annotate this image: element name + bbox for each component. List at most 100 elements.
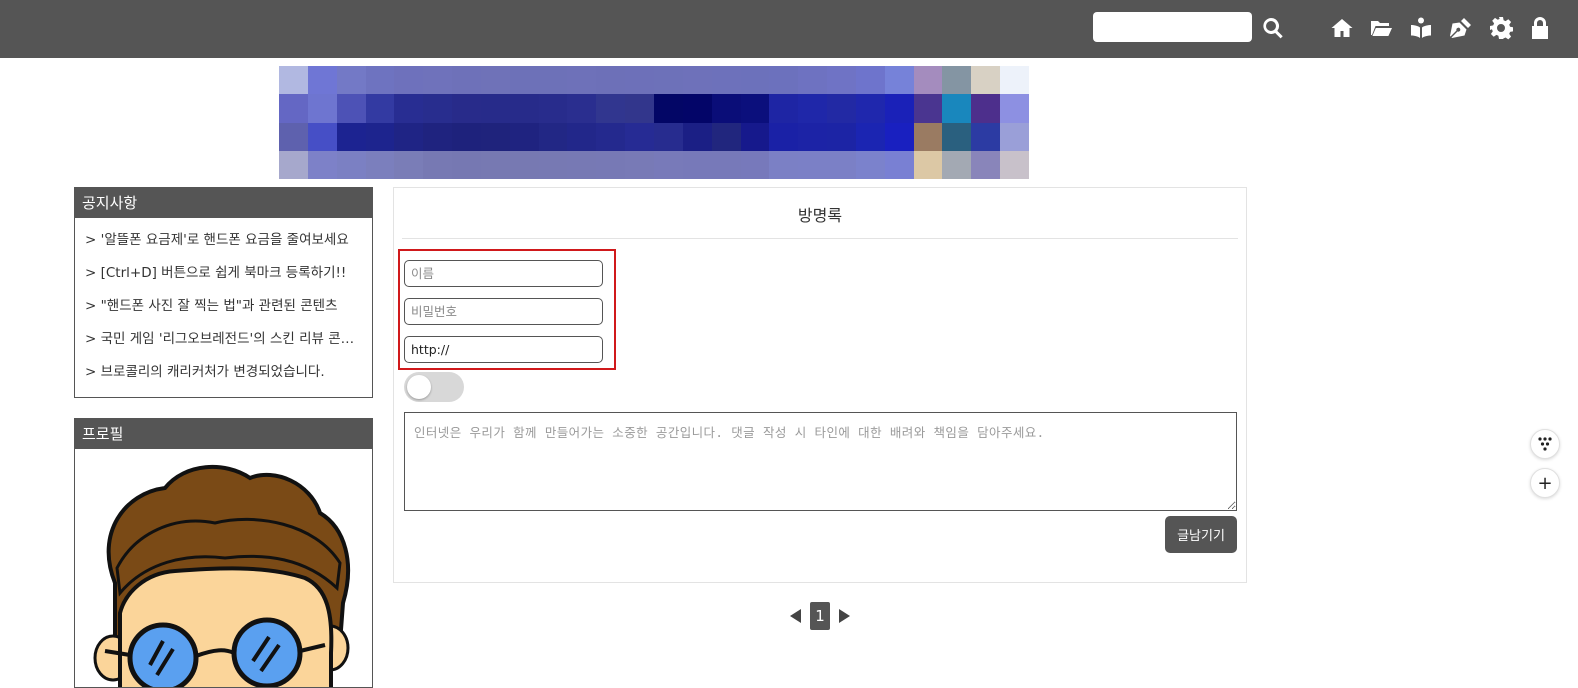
- guestbook-title: 방명록: [402, 188, 1238, 239]
- banner-pixel: [423, 66, 453, 95]
- banner-pixel: [769, 150, 799, 179]
- banner-pixel: [365, 94, 395, 123]
- banner-pixel: [567, 94, 597, 123]
- notice-title: 공지사항: [75, 188, 372, 218]
- banner-pixel: [625, 94, 654, 123]
- submit-button[interactable]: 글남기기: [1165, 516, 1237, 553]
- banner-pixel: [653, 66, 683, 95]
- banner-pixel: [1000, 150, 1029, 179]
- banner-pixel: [1000, 66, 1029, 95]
- banner-pixel: [452, 66, 481, 95]
- banner-pixel: [625, 122, 654, 151]
- banner-pixel: [596, 122, 626, 151]
- gear-icon[interactable]: [1487, 14, 1515, 42]
- search-input[interactable]: [1093, 12, 1252, 42]
- banner-pixel: [884, 122, 914, 151]
- banner-pixel: [538, 122, 568, 151]
- banner-pixel: [653, 150, 683, 179]
- banner-pixel: [913, 150, 943, 179]
- banner-pixel: [827, 150, 856, 179]
- banner-pixel: [855, 150, 885, 179]
- password-input[interactable]: [404, 298, 603, 325]
- banner-pixel: [855, 66, 885, 95]
- book-reader-icon[interactable]: [1407, 14, 1435, 42]
- secret-toggle[interactable]: [404, 372, 464, 402]
- notice-item[interactable]: > 국민 게임 '리그오브레전드'의 스킨 리뷰 콘텐츠: [85, 325, 360, 358]
- banner-pixel: [423, 150, 453, 179]
- banner-pixel: [625, 150, 654, 179]
- banner-pixel: [394, 150, 424, 179]
- caret-left-icon[interactable]: [789, 607, 802, 625]
- caret-right-icon[interactable]: [838, 607, 851, 625]
- pagination: 1: [789, 602, 851, 630]
- profile-caricature-image: [93, 464, 351, 687]
- banner-pixel: [307, 150, 337, 179]
- banner-pixel: [480, 150, 510, 179]
- notice-item[interactable]: > 브로콜리의 캐리커처가 변경되었습니다.: [85, 358, 360, 391]
- banner-pixel: [365, 122, 395, 151]
- banner-pixel: [480, 122, 510, 151]
- banner-pixel: [538, 94, 568, 123]
- banner-pixel: [452, 94, 481, 123]
- search-icon[interactable]: [1259, 14, 1287, 42]
- banner-pixel: [307, 122, 337, 151]
- banner-pixel: [884, 66, 914, 95]
- banner-pixel: [798, 122, 828, 151]
- folder-open-icon[interactable]: [1367, 14, 1395, 42]
- banner-pixel: [682, 94, 712, 123]
- banner-pixel: [509, 122, 539, 151]
- notice-item[interactable]: > '알뜰폰 요금제'로 핸드폰 요금을 줄여보세요: [85, 226, 360, 259]
- banner-pixel: [827, 66, 856, 95]
- toggle-knob: [407, 375, 431, 399]
- notice-item[interactable]: > [Ctrl+D] 버튼으로 쉽게 북마크 등록하기!!: [85, 259, 360, 292]
- banner-pixel: [913, 122, 943, 151]
- banner-pixel: [336, 94, 366, 123]
- banner-pixel: [596, 150, 626, 179]
- banner-pixel: [336, 66, 366, 95]
- banner-pixel: [423, 94, 453, 123]
- banner-pixel: [942, 66, 972, 95]
- banner-pixel: [452, 122, 481, 151]
- dots-grid-icon: [1538, 437, 1552, 451]
- lock-icon[interactable]: [1526, 14, 1554, 42]
- banner-pixel: [798, 66, 828, 95]
- comment-textarea[interactable]: [404, 412, 1237, 511]
- notice-box: 공지사항 > '알뜰폰 요금제'로 핸드폰 요금을 줄여보세요 > [Ctrl+…: [74, 187, 373, 398]
- banner-pixel: [740, 122, 770, 151]
- banner-pixel: [394, 94, 424, 123]
- banner-pixel: [509, 66, 539, 95]
- banner-pixel: [596, 94, 626, 123]
- banner-pixel: [279, 94, 308, 123]
- banner-pixel: [942, 122, 972, 151]
- floating-plus-button[interactable]: +: [1530, 468, 1560, 498]
- blog-banner-image[interactable]: [279, 66, 1029, 179]
- banner-pixel: [827, 94, 856, 123]
- homepage-input[interactable]: [404, 336, 603, 363]
- floating-menu-button[interactable]: [1530, 429, 1560, 459]
- banner-pixel: [769, 122, 799, 151]
- banner-pixel: [682, 66, 712, 95]
- notice-item[interactable]: > "핸드폰 사진 잘 찍는 법"과 관련된 콘텐츠: [85, 292, 360, 325]
- banner-pixel: [711, 66, 741, 95]
- home-icon[interactable]: [1328, 14, 1356, 42]
- banner-pixel: [1000, 94, 1029, 123]
- banner-pixel: [365, 66, 395, 95]
- banner-pixel: [567, 66, 597, 95]
- banner-pixel: [740, 94, 770, 123]
- page-number-current[interactable]: 1: [810, 602, 830, 630]
- banner-pixel: [769, 94, 799, 123]
- banner-pixel: [596, 66, 626, 95]
- banner-pixel: [913, 94, 943, 123]
- banner-pixel: [913, 66, 943, 95]
- banner-pixel: [567, 122, 597, 151]
- pen-nib-icon[interactable]: [1447, 14, 1475, 42]
- profile-box: 프로필: [74, 418, 373, 688]
- banner-pixel: [711, 150, 741, 179]
- banner-pixel: [394, 66, 424, 95]
- name-input[interactable]: [404, 260, 603, 287]
- banner-pixel: [971, 94, 1001, 123]
- banner-pixel: [452, 150, 481, 179]
- banner-pixel: [307, 66, 337, 95]
- banner-pixel: [884, 94, 914, 123]
- banner-pixel: [653, 94, 683, 123]
